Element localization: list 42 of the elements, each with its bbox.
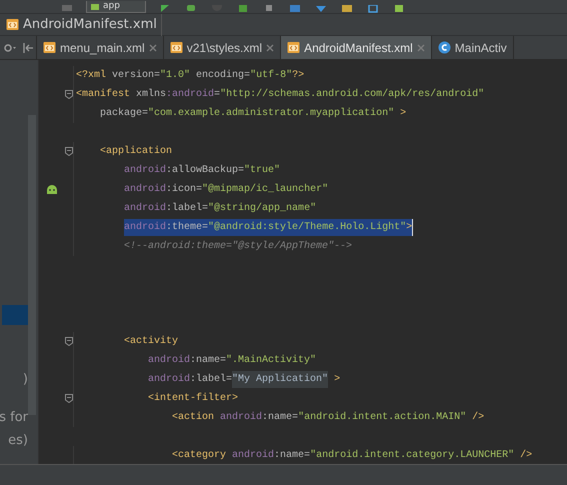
code-line: <action android:name="android.intent.action.MAIN" /> <box>172 410 484 425</box>
code-line: <category android:name="android.intent.category.LAUNCHER" /> <box>172 448 532 463</box>
fold-icon[interactable] <box>65 147 73 156</box>
close-icon[interactable] <box>266 44 274 52</box>
code-line: <?xml version="1.0" encoding="utf-8"?> <box>76 68 304 83</box>
xml-file-icon <box>43 41 56 54</box>
code-line: android:icon="@mipmap/ic_launcher" <box>124 182 328 197</box>
class-icon <box>438 41 451 54</box>
code-line: android:label="@string/app_name" <box>124 202 316 216</box>
code-line: <!--android:theme="@style/AppTheme"--> <box>124 240 352 254</box>
toolbar-icon[interactable] <box>60 5 74 13</box>
code-line: <intent-filter> <box>148 392 238 406</box>
code-line: android:label="My Application" > <box>148 371 340 388</box>
run-config-dropdown[interactable]: app <box>86 1 146 13</box>
sidebar-text: es) <box>8 433 28 449</box>
code-line: <activity <box>124 334 178 349</box>
toolbar-icon[interactable] <box>340 5 354 13</box>
xml-file-icon <box>6 18 19 31</box>
fold-icon[interactable] <box>65 90 73 99</box>
editor-tab[interactable]: AndroidManifest.xml <box>281 36 432 59</box>
code-line: package="com.example.administrator.myapplication" > <box>100 106 406 121</box>
toolbar-icon[interactable] <box>236 5 250 13</box>
close-icon[interactable] <box>148 44 157 52</box>
fold-icon[interactable] <box>65 394 73 403</box>
code-line: android:name=".MainActivity" <box>148 354 316 368</box>
fold-icon[interactable] <box>65 337 73 346</box>
scrollbar[interactable] <box>28 115 36 415</box>
sidebar-text: ) <box>22 372 28 388</box>
toolbar-icon[interactable] <box>366 5 380 13</box>
toolbar-icon[interactable] <box>288 5 302 13</box>
code-line: <application <box>100 144 172 159</box>
breadcrumb-item[interactable]: AndroidManifest.xml <box>23 17 157 32</box>
debug-icon[interactable] <box>184 5 198 13</box>
xml-file-icon <box>287 41 300 54</box>
sidebar-text: s for <box>0 410 28 426</box>
code-line: android:allowBackup="true" <box>124 164 280 178</box>
tab-settings-icon[interactable] <box>4 42 16 52</box>
editor-tab[interactable]: v21\styles.xml <box>164 36 282 59</box>
code-line: <manifest xmlns:android="http://schemas.android.com/apk/res/android" <box>76 88 484 102</box>
pin-icon[interactable] <box>22 42 32 52</box>
xml-file-icon <box>170 41 183 54</box>
close-icon[interactable] <box>416 44 425 52</box>
